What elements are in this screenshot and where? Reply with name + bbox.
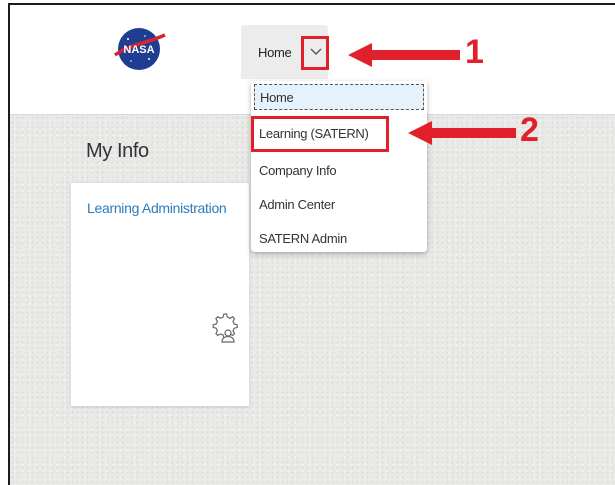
arrow-1-icon: [348, 43, 460, 67]
home-dropdown-menu: Home Learning (SATERN) Company Info Admi…: [251, 81, 427, 252]
step-2-label: 2: [520, 111, 539, 149]
menu-item-home[interactable]: Home: [254, 84, 424, 110]
menu-item-company-info[interactable]: Company Info: [259, 158, 337, 184]
tile-title[interactable]: Learning Administration: [87, 199, 237, 218]
chevron-highlight-box: [301, 36, 329, 70]
menu-item-satern-admin[interactable]: SATERN Admin: [259, 226, 347, 252]
nasa-logo[interactable]: NASA: [111, 25, 167, 73]
home-nav-label[interactable]: Home: [258, 45, 292, 60]
learning-administration-tile[interactable]: Learning Administration: [71, 183, 249, 406]
app-window: NASA Home My Info Learning Administratio…: [8, 3, 615, 485]
page-title: My Info: [86, 140, 149, 162]
step-1-label: 1: [465, 33, 484, 71]
arrow-2-icon: [408, 121, 516, 145]
nasa-logo-text: NASA: [123, 44, 154, 56]
settings-user-icon: [212, 313, 238, 343]
learning-satern-highlight-box: [251, 116, 389, 152]
menu-item-admin-center[interactable]: Admin Center: [259, 192, 335, 218]
